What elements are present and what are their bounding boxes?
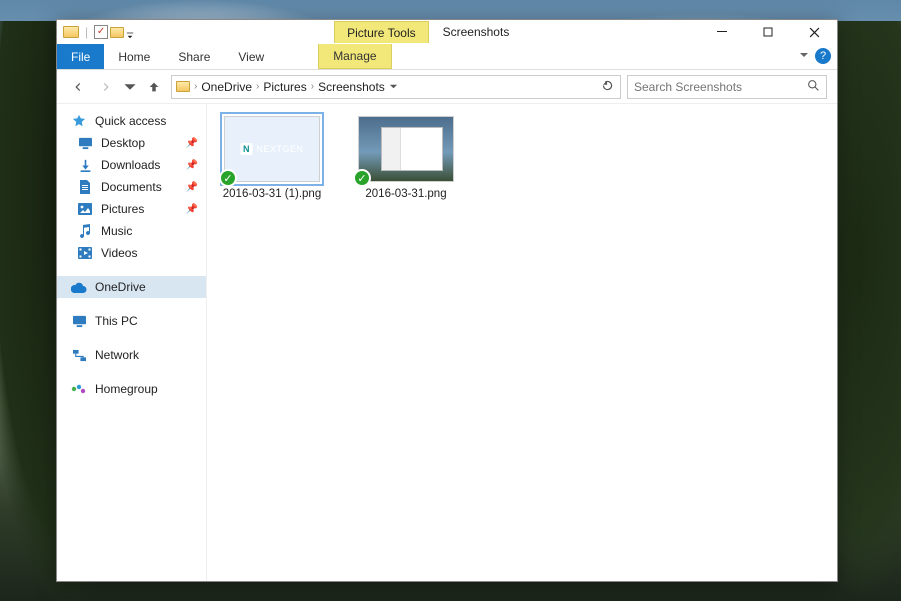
address-folder-icon bbox=[176, 81, 190, 92]
sidebar-item-label: Quick access bbox=[95, 114, 166, 128]
music-icon bbox=[77, 224, 93, 238]
sidebar-item-label: Music bbox=[101, 224, 132, 238]
search-input[interactable] bbox=[634, 80, 807, 94]
sync-check-icon: ✓ bbox=[219, 169, 237, 187]
cloud-icon bbox=[71, 280, 87, 294]
breadcrumb-segment[interactable]: Screenshots bbox=[318, 80, 385, 94]
videos-icon bbox=[77, 246, 93, 260]
sidebar-documents[interactable]: Documents 📌 bbox=[57, 176, 206, 198]
file-item[interactable]: ✓ 2016-03-31.png bbox=[351, 116, 461, 200]
sidebar-homegroup[interactable]: Homegroup bbox=[57, 378, 206, 400]
window-controls bbox=[699, 20, 837, 44]
minimize-button[interactable] bbox=[699, 20, 745, 44]
sidebar-item-label: Videos bbox=[101, 246, 137, 260]
chevron-right-icon[interactable]: › bbox=[256, 81, 259, 92]
breadcrumb-segment[interactable]: OneDrive bbox=[201, 80, 252, 94]
address-bar[interactable]: › OneDrive › Pictures › Screenshots bbox=[171, 75, 621, 99]
desktop-wallpaper: | ✓ Picture Tools Screenshots bbox=[0, 0, 901, 601]
sync-check-icon: ✓ bbox=[353, 169, 371, 187]
refresh-button[interactable] bbox=[601, 79, 614, 95]
nav-recent-dropdown[interactable] bbox=[123, 76, 137, 98]
sidebar-item-label: Desktop bbox=[101, 136, 145, 150]
sidebar-music[interactable]: Music bbox=[57, 220, 206, 242]
sidebar-network[interactable]: Network bbox=[57, 344, 206, 366]
search-icon[interactable] bbox=[807, 79, 820, 95]
ribbon-tabs: File Home Share View Manage ? bbox=[57, 44, 837, 70]
pin-icon: 📌 bbox=[186, 204, 198, 215]
contextual-tab-picture-tools[interactable]: Picture Tools bbox=[334, 21, 428, 43]
sidebar-item-label: Downloads bbox=[101, 158, 160, 172]
explorer-body: Quick access Desktop 📌 Downloads 📌 bbox=[57, 104, 837, 581]
nav-back-button[interactable] bbox=[67, 76, 89, 98]
quick-access-toolbar: | ✓ bbox=[57, 25, 134, 39]
pin-icon: 📌 bbox=[186, 160, 198, 171]
explorer-window: | ✓ Picture Tools Screenshots bbox=[56, 19, 838, 582]
qat-separator: | bbox=[85, 25, 88, 39]
close-button[interactable] bbox=[791, 20, 837, 44]
sidebar-item-label: Homegroup bbox=[95, 382, 158, 396]
sidebar-item-label: OneDrive bbox=[95, 280, 146, 294]
qat-properties-button[interactable]: ✓ bbox=[94, 25, 108, 39]
file-item[interactable]: NNEXTGEN ✓ 2016-03-31 (1).png bbox=[217, 116, 327, 200]
file-name: 2016-03-31 (1).png bbox=[223, 188, 321, 200]
nav-up-button[interactable] bbox=[143, 76, 165, 98]
search-box[interactable] bbox=[627, 75, 827, 99]
title-center: Picture Tools Screenshots bbox=[134, 21, 699, 43]
download-icon bbox=[77, 158, 93, 172]
sidebar-this-pc[interactable]: This PC bbox=[57, 310, 206, 332]
nav-forward-button[interactable] bbox=[95, 76, 117, 98]
file-name: 2016-03-31.png bbox=[365, 188, 446, 200]
pictures-icon bbox=[77, 202, 93, 216]
pin-icon: 📌 bbox=[186, 182, 198, 193]
desktop-icon bbox=[77, 136, 93, 150]
folder-icon bbox=[63, 26, 79, 38]
qat-new-folder-button[interactable] bbox=[110, 27, 124, 38]
tab-share[interactable]: Share bbox=[164, 44, 224, 69]
document-icon bbox=[77, 180, 93, 194]
tab-home[interactable]: Home bbox=[104, 44, 164, 69]
chevron-right-icon[interactable]: › bbox=[194, 81, 197, 92]
navigation-pane: Quick access Desktop 📌 Downloads 📌 bbox=[57, 104, 207, 581]
sidebar-videos[interactable]: Videos bbox=[57, 242, 206, 264]
tab-manage[interactable]: Manage bbox=[318, 44, 391, 69]
title-bar[interactable]: | ✓ Picture Tools Screenshots bbox=[57, 20, 837, 44]
sidebar-downloads[interactable]: Downloads 📌 bbox=[57, 154, 206, 176]
sidebar-item-label: Documents bbox=[101, 180, 162, 194]
window-title: Screenshots bbox=[443, 25, 510, 39]
star-icon bbox=[71, 114, 87, 128]
sidebar-pictures[interactable]: Pictures 📌 bbox=[57, 198, 206, 220]
file-list[interactable]: NNEXTGEN ✓ 2016-03-31 (1).png ✓ 2016-03-… bbox=[207, 104, 837, 581]
maximize-button[interactable] bbox=[745, 20, 791, 44]
sidebar-item-label: This PC bbox=[95, 314, 138, 328]
sidebar-desktop[interactable]: Desktop 📌 bbox=[57, 132, 206, 154]
address-history-dropdown[interactable] bbox=[389, 80, 398, 94]
tab-file[interactable]: File bbox=[57, 44, 104, 69]
qat-customize-dropdown[interactable] bbox=[126, 28, 134, 36]
network-icon bbox=[71, 348, 87, 362]
homegroup-icon bbox=[71, 382, 87, 396]
sidebar-item-label: Network bbox=[95, 348, 139, 362]
help-button[interactable]: ? bbox=[815, 48, 831, 64]
monitor-icon bbox=[71, 314, 87, 328]
sidebar-item-label: Pictures bbox=[101, 202, 144, 216]
sidebar-onedrive[interactable]: OneDrive bbox=[57, 276, 206, 298]
ribbon-expand-button[interactable] bbox=[799, 50, 809, 63]
pin-icon: 📌 bbox=[186, 138, 198, 149]
chevron-right-icon[interactable]: › bbox=[311, 81, 314, 92]
sidebar-quick-access[interactable]: Quick access bbox=[57, 110, 206, 132]
file-thumbnail: ✓ bbox=[358, 116, 454, 182]
file-thumbnail: NNEXTGEN ✓ bbox=[224, 116, 320, 182]
navigation-bar: › OneDrive › Pictures › Screenshots bbox=[57, 70, 837, 104]
breadcrumb-segment[interactable]: Pictures bbox=[263, 80, 306, 94]
tab-view[interactable]: View bbox=[224, 44, 278, 69]
